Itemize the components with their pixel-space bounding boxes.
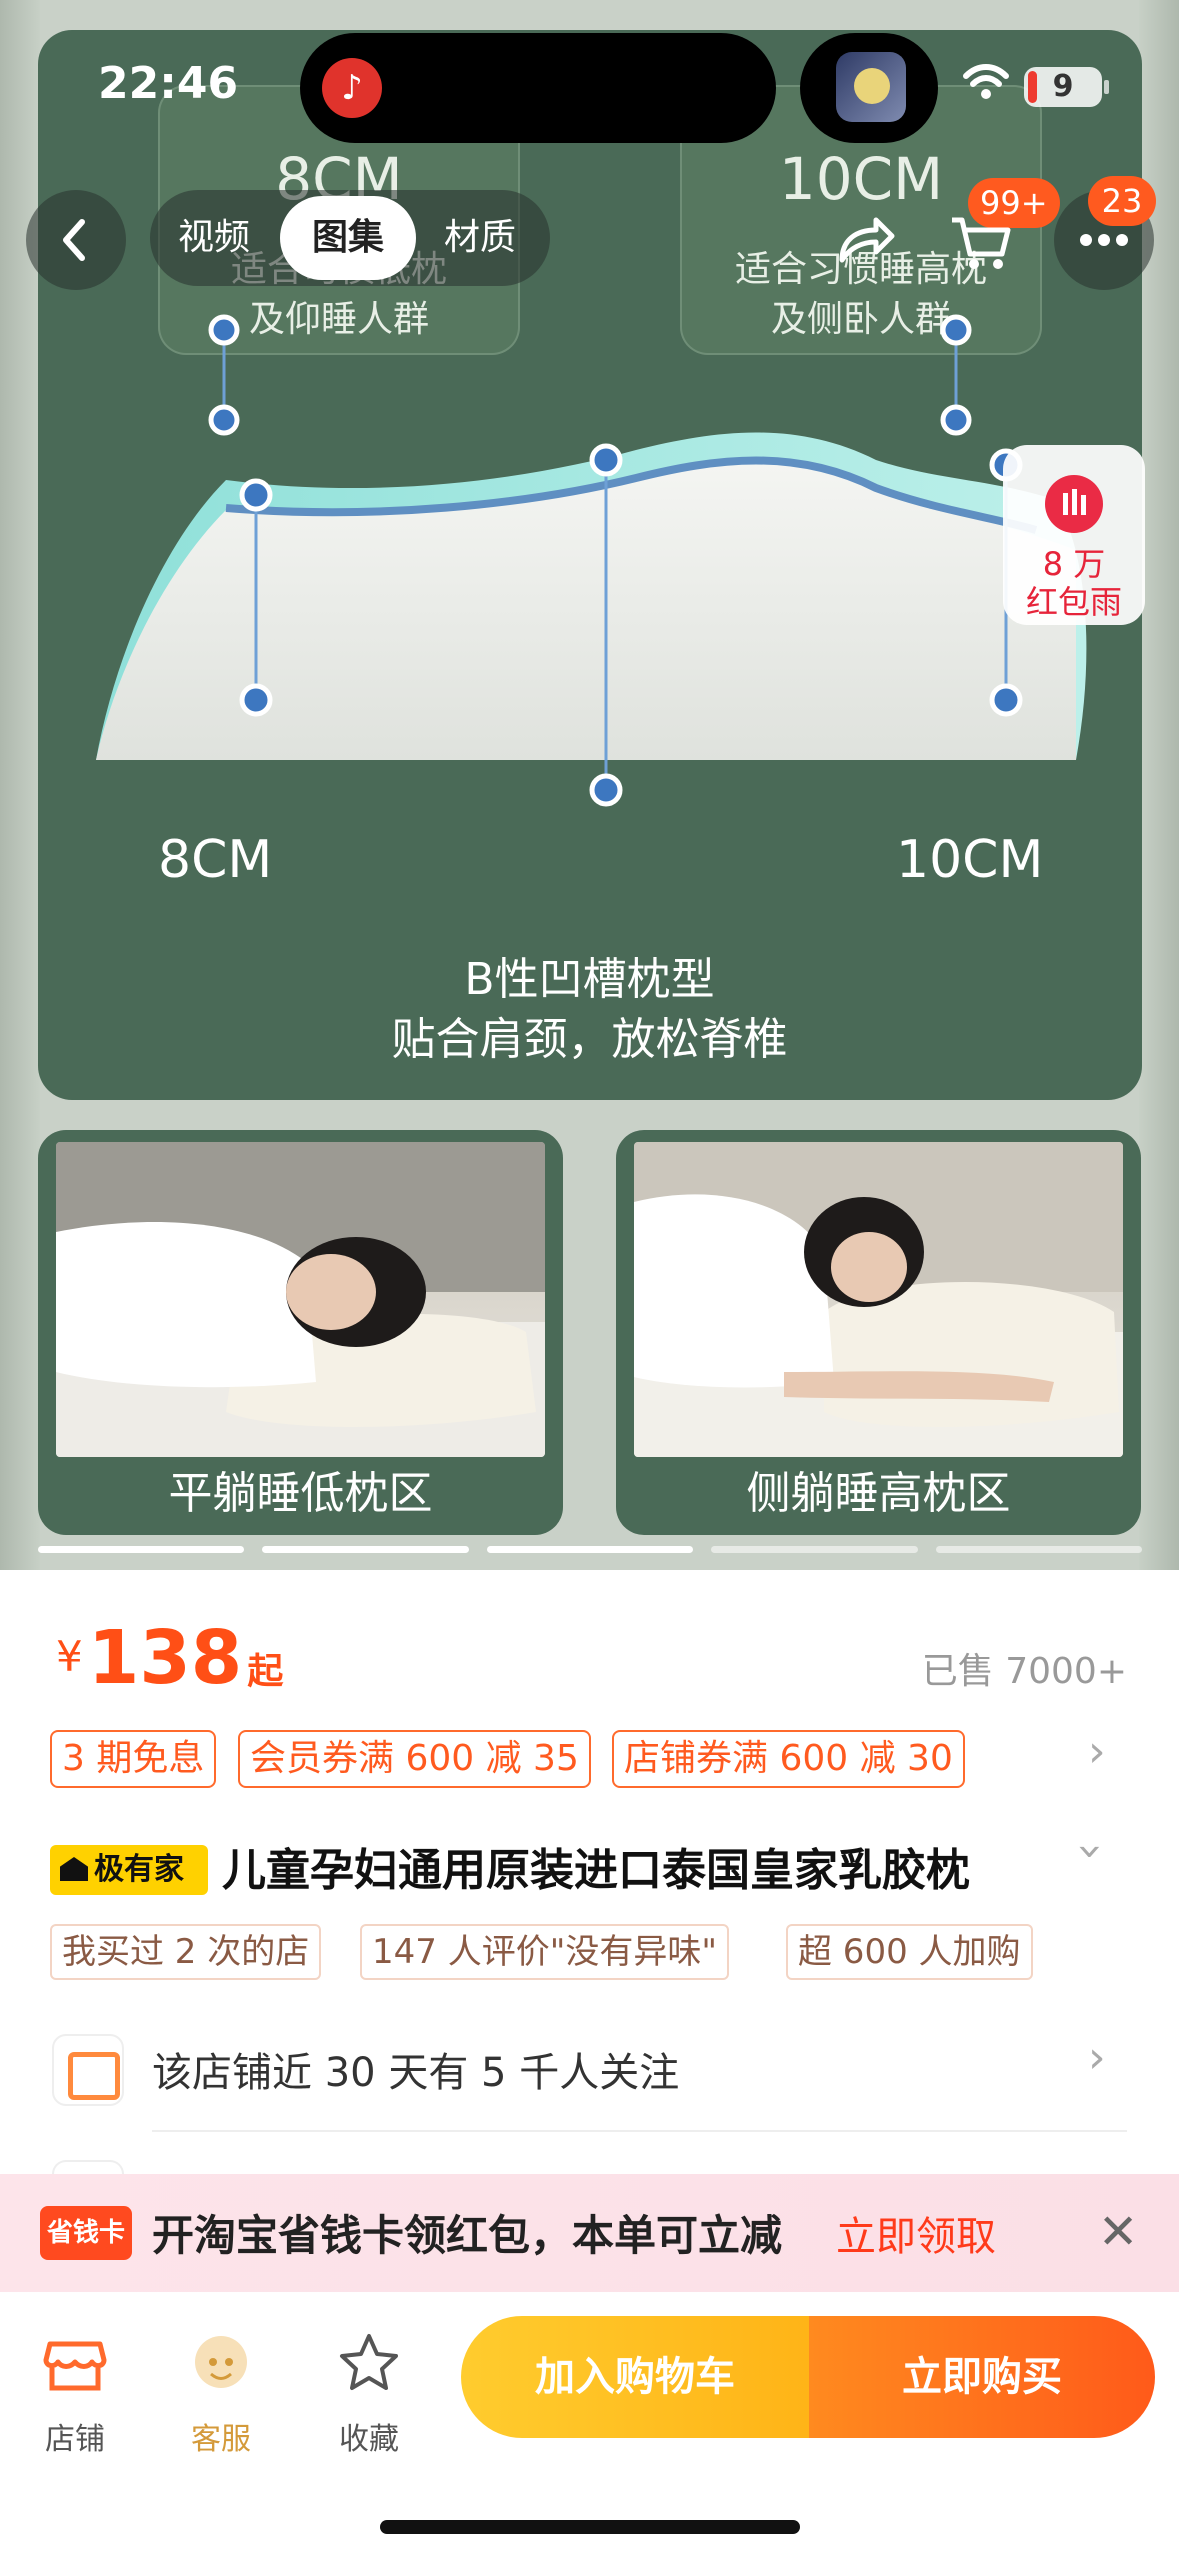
add-to-cart-button[interactable]: 加入购物车 xyxy=(461,2316,809,2438)
promo-member-coupon[interactable]: 会员券满 600 减 35 xyxy=(238,1730,591,1788)
product-info: ¥ 138 起 已售 7000+ 3 期免息 会员券满 600 减 35 店铺券… xyxy=(0,1572,1179,2190)
chevron-left-icon xyxy=(63,219,85,261)
shop-follow-icon xyxy=(52,2034,124,2106)
promo-store-coupon[interactable]: 店铺券满 600 减 30 xyxy=(612,1730,965,1788)
promo-chevron-right-icon[interactable]: › xyxy=(1088,1726,1106,1777)
gallery-indicator xyxy=(935,1546,1142,1553)
buy-now-button[interactable]: 立即购买 xyxy=(809,2316,1155,2438)
status-time: 22:46 xyxy=(98,58,239,109)
expand-title-chevron-icon[interactable]: › xyxy=(1065,1843,1116,1861)
shop-follow-chevron-icon[interactable]: › xyxy=(1088,2032,1106,2083)
side-sleeping-woman-image xyxy=(634,1142,1123,1457)
tab-gallery[interactable]: 图集 xyxy=(280,196,416,280)
red-rain-label: 红包雨 xyxy=(1025,583,1122,621)
brand-tag: 极有家 xyxy=(50,1845,208,1895)
red-packet-rain-widget[interactable]: 8 万 红包雨 xyxy=(1003,445,1145,625)
shop-button[interactable]: 店铺 xyxy=(20,2322,130,2457)
side-sleep-photo xyxy=(634,1142,1123,1457)
pillow-caption-line-2: 贴合肩颈，放松脊椎 xyxy=(391,1014,788,1065)
product-title: 儿童孕妇通用原装进口泰国皇家乳胶枕 xyxy=(222,1845,970,1896)
pillow-diagram xyxy=(96,314,1087,807)
service-label: 客服 xyxy=(191,2422,251,2457)
back-sleep-caption: 平躺睡低枕区 xyxy=(168,1468,433,1519)
pillow-caption: B性凹槽枕型 贴合肩颈，放松脊椎 xyxy=(0,950,1179,1070)
promo-installment[interactable]: 3 期免息 xyxy=(50,1730,217,1788)
back-sleep-photo xyxy=(56,1142,545,1457)
share-icon xyxy=(839,217,895,263)
gallery-indicator xyxy=(711,1546,918,1553)
savings-card-banner[interactable]: 省钱卡 开淘宝省钱卡领红包，本单可立减 立即领取 ✕ xyxy=(0,2174,1179,2292)
moon-app-icon xyxy=(836,52,906,122)
savings-card-text: 开淘宝省钱卡领红包，本单可立减 xyxy=(152,2211,783,2260)
battery-level: 9 xyxy=(1052,69,1074,104)
savings-card-tag: 省钱卡 xyxy=(40,2206,132,2260)
netease-music-icon: ♪ xyxy=(322,58,382,118)
home-indicator xyxy=(380,2520,800,2534)
customer-service-button[interactable]: 客服 xyxy=(166,2322,276,2457)
back-button[interactable] xyxy=(26,190,126,290)
media-tabs: 视频 图集 材质 xyxy=(150,190,550,286)
wifi-icon xyxy=(963,64,1009,99)
price-currency: ¥ xyxy=(56,1632,83,1681)
close-icon[interactable]: ✕ xyxy=(1098,2204,1138,2260)
tab-material[interactable]: 材质 xyxy=(430,190,530,286)
price-value: 138 xyxy=(87,1615,243,1701)
left-height-label: 8CM xyxy=(158,830,273,890)
gallery-indicator xyxy=(486,1546,694,1553)
divider xyxy=(152,2130,1127,2132)
bottom-action-bar: 店铺 客服 收藏 加入购物车 立即购买 xyxy=(0,2292,1179,2556)
photo-card-side-sleep: 侧躺睡高枕区 xyxy=(616,1130,1141,1535)
tab-video[interactable]: 视频 xyxy=(164,190,264,286)
star-icon xyxy=(340,2334,398,2390)
gallery-indicator xyxy=(262,1546,469,1553)
chip-add-to-cart-count[interactable]: 超 600 人加购 xyxy=(786,1924,1033,1980)
chip-bought-before[interactable]: 我买过 2 次的店 xyxy=(50,1924,322,1980)
favorite-label: 收藏 xyxy=(339,2422,399,2457)
sleeping-woman-image xyxy=(56,1142,545,1457)
price: ¥ 138 起 xyxy=(56,1615,283,1701)
cart-button[interactable] xyxy=(930,190,1030,290)
cart-icon xyxy=(952,217,1011,269)
price-suffix: 起 xyxy=(247,1651,284,1692)
red-rain-amount: 8 万 xyxy=(1042,545,1106,583)
pillow-caption-line-1: B性凹槽枕型 xyxy=(464,954,715,1005)
store-icon xyxy=(43,2341,107,2391)
sold-count: 已售 7000+ xyxy=(921,1651,1127,1692)
more-badge: 23 xyxy=(1088,176,1156,226)
shop-label: 店铺 xyxy=(45,2422,105,2457)
shop-follow-text[interactable]: 该店铺近 30 天有 5 千人关注 xyxy=(152,2040,679,2098)
favorite-button[interactable]: 收藏 xyxy=(314,2322,424,2457)
chip-review[interactable]: 147 人评价"没有异味" xyxy=(360,1924,729,1980)
share-button[interactable] xyxy=(812,190,912,290)
right-height-label: 10CM xyxy=(896,830,1044,890)
red-packet-icon xyxy=(1045,475,1103,533)
customer-service-icon xyxy=(195,2336,247,2388)
side-sleep-caption: 侧躺睡高枕区 xyxy=(746,1468,1011,1519)
battery-icon: 9 xyxy=(1024,67,1102,107)
photo-card-back-sleep: 平躺睡低枕区 xyxy=(38,1130,563,1535)
gallery-indicator xyxy=(38,1546,245,1553)
claim-now-link[interactable]: 立即领取 xyxy=(836,2204,996,2262)
